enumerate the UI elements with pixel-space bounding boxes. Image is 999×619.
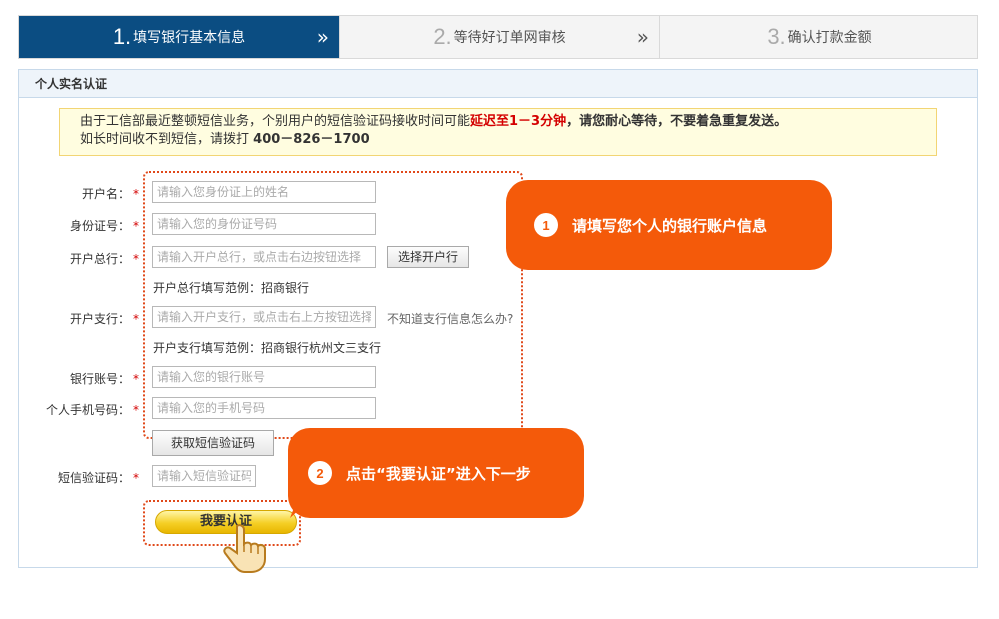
branch-example-hint: 开户支行填写范例：招商银行杭州文三支行 [153, 341, 382, 355]
step-1: 1. 填写银行基本信息 » [19, 16, 339, 58]
account-name-input[interactable] [152, 181, 376, 203]
sms-code-input[interactable] [152, 465, 256, 487]
notice-text: 由于工信部最近整顿短信业务，个别用户的短信验证码接收时间可能 [80, 114, 471, 129]
double-chevron-right-icon: » [316, 25, 330, 49]
account-number-input[interactable] [152, 366, 376, 388]
callout-text: 请填写您个人的银行账户信息 [572, 216, 768, 235]
progress-steps: 1. 填写银行基本信息 » 2. 等待好订单网审核 » 3. 确认打款金额 [18, 15, 978, 59]
step-number: 3. [767, 24, 786, 49]
notice-text-bold: ，请您耐心等待，不要着急重复发送。 [566, 114, 788, 129]
double-chevron-right-icon: » [636, 25, 650, 49]
branch-label: 开户支行： * [69, 312, 139, 326]
account-number-label: 银行账号： * [69, 372, 139, 386]
step-number: 1. [112, 24, 132, 49]
step-label: 填写银行基本信息 [133, 30, 246, 46]
step-number: 2. [433, 24, 452, 49]
callout-number-badge: 2 [308, 461, 332, 485]
branch-input[interactable] [152, 306, 376, 328]
id-number-label: 身份证号： * [69, 219, 139, 233]
select-bank-button[interactable]: 选择开户行 [387, 246, 470, 268]
step-label: 确认打款金额 [787, 30, 872, 46]
id-number-input[interactable] [152, 213, 376, 235]
sms-delay-notice: 由于工信部最近整顿短信业务，个别用户的短信验证码接收时间可能延迟至1－3分钟，请… [59, 108, 937, 156]
notice-line-1: 由于工信部最近整顿短信业务，个别用户的短信验证码接收时间可能延迟至1－3分钟，请… [80, 113, 936, 131]
step-label: 等待好订单网审核 [453, 30, 566, 46]
panel-title: 个人实名认证 [19, 70, 977, 98]
step-2: 2. 等待好订单网审核 » [339, 16, 659, 58]
notice-text: 如长时间收不到短信，请拨打 [80, 132, 250, 147]
callout-number-badge: 1 [534, 213, 558, 237]
get-sms-code-button[interactable]: 获取短信验证码 [152, 430, 275, 456]
bank-input[interactable] [152, 246, 376, 268]
sms-code-label: 短信验证码： * [57, 471, 139, 485]
account-name-label: 开户名： * [81, 187, 139, 201]
notice-line-2: 如长时间收不到短信，请拨打 400－826－1700 [80, 131, 936, 149]
branch-help-link[interactable]: 不知道支行信息怎么办? [387, 310, 513, 327]
step-3: 3. 确认打款金额 [659, 16, 979, 58]
hand-pointer-icon [223, 524, 266, 573]
phone-label: 个人手机号码： * [45, 403, 139, 417]
bank-label: 开户总行： * [69, 252, 139, 266]
bank-example-hint: 开户总行填写范例：招商银行 [153, 281, 310, 295]
notice-warning: 延迟至1－3分钟 [470, 114, 567, 129]
callout-text: 点击“我要认证”进入下一步 [346, 464, 531, 483]
hotline-number: 400－826－1700 [253, 132, 370, 147]
phone-input[interactable] [152, 397, 376, 419]
